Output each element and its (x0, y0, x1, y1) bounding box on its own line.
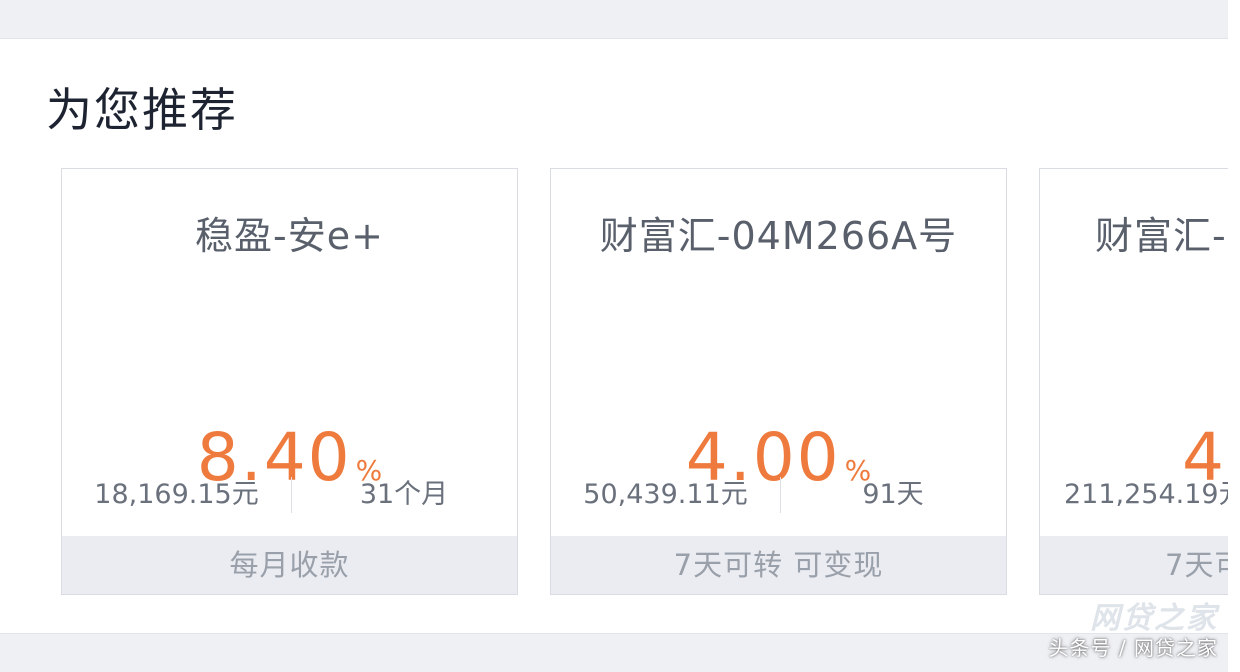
watermark-text: 头条号 / 网贷之家 (1048, 636, 1218, 660)
product-feature: 7天可转 可变现 (551, 536, 1006, 594)
watermark-logo: 网贷之家 (1090, 601, 1218, 636)
investment-term: 31个月 (359, 479, 449, 510)
investment-term: 91天 (862, 479, 924, 510)
bottom-separator-band (0, 633, 1228, 672)
remaining-amount: 50,439.11元 (583, 479, 748, 510)
remaining-amount: 18,169.15元 (94, 479, 259, 510)
product-stats: 50,439.11元 91天 (551, 475, 1006, 515)
remaining-amount: 211,254.19元 (1064, 479, 1228, 510)
right-edge-strip (1228, 0, 1240, 671)
product-feature: 7天可 (1040, 536, 1228, 594)
product-card-1[interactable]: 稳盈-安e+ 8.40% 18,169.15元 31个月 每月收款 (61, 168, 518, 595)
product-name: 财富汇- (1095, 214, 1227, 258)
product-name: 稳盈-安e+ (195, 214, 384, 258)
product-card-3[interactable]: 财富汇- 4 211,254.19元 7天可 (1039, 168, 1228, 595)
product-feature: 每月收款 (62, 536, 517, 594)
product-card-2[interactable]: 财富汇-04M266A号 4.00% 50,439.11元 91天 7天可转 可… (550, 168, 1007, 595)
product-stats: 211,254.19元 (1040, 475, 1228, 515)
product-stats: 18,169.15元 31个月 (62, 475, 517, 515)
product-name: 财富汇-04M266A号 (599, 214, 958, 258)
recommendation-carousel[interactable]: 稳盈-安e+ 8.40% 18,169.15元 31个月 每月收款 财富汇-04… (0, 0, 1228, 671)
